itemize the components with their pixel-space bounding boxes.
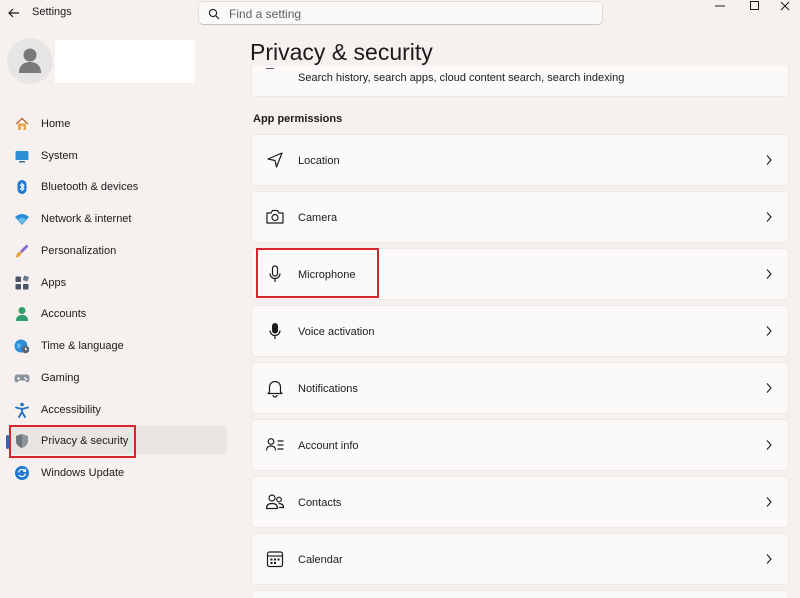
- permission-calendar[interactable]: Calendar: [251, 533, 789, 585]
- home-icon: [15, 117, 29, 130]
- user-name-redacted: [55, 40, 195, 83]
- accessibility-icon: [15, 402, 29, 418]
- update-icon: [15, 466, 29, 480]
- next-permission-card-partial: [251, 590, 789, 598]
- sidebar-item-bluetooth[interactable]: Bluetooth & devices: [8, 172, 227, 200]
- close-icon: [780, 1, 790, 11]
- gamepad-icon: [14, 374, 30, 383]
- maximize-button[interactable]: [740, 0, 770, 14]
- avatar[interactable]: [7, 38, 53, 84]
- search-permissions-card[interactable]: Search history, search apps, cloud conte…: [251, 66, 789, 97]
- bell-icon: [267, 380, 283, 398]
- sidebar-item-home[interactable]: Home: [8, 109, 227, 137]
- permission-contacts[interactable]: Contacts: [251, 476, 789, 528]
- globe-clock-icon: [14, 339, 30, 354]
- search-icon: [208, 8, 220, 20]
- bluetooth-icon: [17, 180, 27, 194]
- sidebar-item-personalization[interactable]: Personalization: [8, 236, 227, 264]
- minimize-icon: [715, 5, 725, 7]
- section-label-app-permissions: App permissions: [253, 113, 343, 125]
- wifi-icon: [15, 214, 29, 225]
- sidebar-item-gaming[interactable]: Gaming: [8, 363, 227, 391]
- calendar-icon: [266, 551, 284, 568]
- apps-icon: [15, 275, 29, 290]
- chevron-right-icon: [766, 326, 772, 336]
- sidebar-item-apps[interactable]: Apps: [8, 268, 227, 296]
- sidebar-item-time-language[interactable]: Time & language: [8, 331, 227, 359]
- highlight-box-privacy-security: [9, 425, 136, 458]
- permission-account-info[interactable]: Account info: [251, 419, 789, 471]
- permission-camera[interactable]: Camera: [251, 191, 789, 243]
- search-input[interactable]: [227, 5, 591, 23]
- title-bar: Settings: [0, 0, 800, 28]
- chevron-right-icon: [766, 155, 772, 165]
- maximize-icon: [750, 1, 759, 10]
- search-permissions-icon: [266, 68, 274, 69]
- close-button[interactable]: [770, 0, 800, 14]
- sidebar-item-accessibility[interactable]: Accessibility: [8, 395, 227, 423]
- person-icon: [7, 38, 53, 84]
- voice-activation-icon: [269, 323, 281, 339]
- sidebar-item-windows-update[interactable]: Windows Update: [8, 458, 227, 486]
- highlight-box-microphone: [256, 248, 379, 298]
- brush-icon: [15, 244, 29, 258]
- system-icon: [15, 151, 29, 163]
- minimize-button[interactable]: [705, 0, 735, 14]
- permission-notifications[interactable]: Notifications: [251, 362, 789, 414]
- chevron-right-icon: [766, 497, 772, 507]
- page-title: Privacy & security: [250, 39, 433, 65]
- sidebar-item-network[interactable]: Network & internet: [8, 204, 227, 232]
- chevron-right-icon: [766, 440, 772, 450]
- chevron-right-icon: [766, 269, 772, 279]
- search-box[interactable]: [198, 1, 603, 25]
- sidebar-item-accounts[interactable]: Accounts: [8, 299, 227, 327]
- location-icon: [267, 152, 283, 168]
- app-title: Settings: [32, 6, 72, 18]
- contacts-icon: [265, 494, 285, 510]
- sidebar-item-system[interactable]: System: [8, 141, 227, 169]
- back-button[interactable]: [5, 5, 23, 21]
- chevron-right-icon: [766, 554, 772, 564]
- camera-icon: [266, 209, 284, 224]
- permission-location[interactable]: Location: [251, 134, 789, 186]
- chevron-right-icon: [766, 212, 772, 222]
- account-info-icon: [265, 438, 284, 451]
- arrow-left-icon: [8, 8, 19, 18]
- person-icon: [16, 307, 28, 321]
- chevron-right-icon: [766, 383, 772, 393]
- permission-voice-activation[interactable]: Voice activation: [251, 305, 789, 357]
